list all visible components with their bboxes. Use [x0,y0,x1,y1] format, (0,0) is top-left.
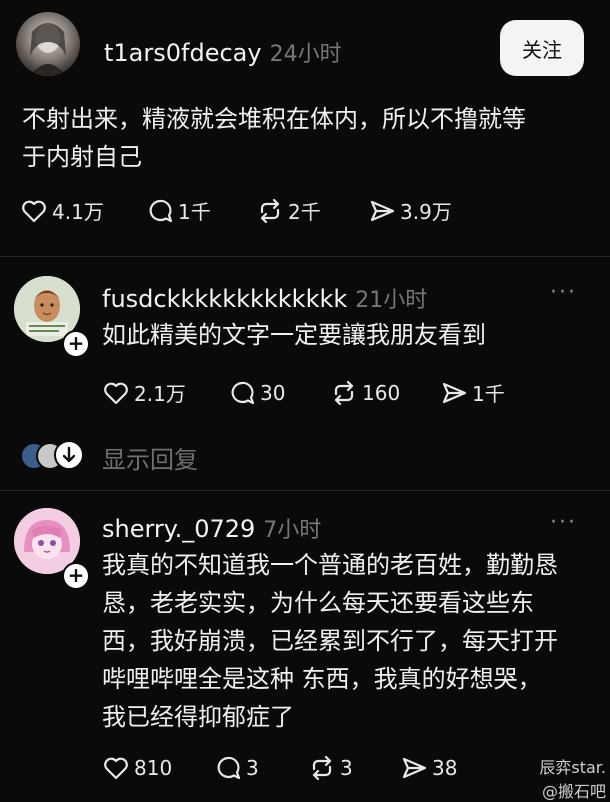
reply2-text-line: 我真的不知道我一个普通的老百姓，勤勤恳 [102,551,558,579]
comment-bubble-icon [231,381,255,404]
reply1-actions: 2.1万 30 160 1千 [102,378,540,407]
share-button[interactable]: 1千 [440,378,540,407]
chevron-down-icon [54,440,84,470]
share-button[interactable]: 3.9万 [368,196,478,225]
like-button[interactable]: 4.1万 [20,196,146,225]
comment-button[interactable]: 3 [214,754,308,782]
share-count: 1千 [472,382,505,406]
repost-button[interactable]: 3 [308,754,400,782]
like-count: 4.1万 [52,200,104,224]
repost-icon [312,755,332,781]
repost-count: 3 [340,756,353,780]
reply2-text: 我真的不知道我一个普通的老百姓，勤勤恳 恳，老老实实，为什么每天还要看这些东 西… [102,546,602,736]
watermark-line: 辰弈star. [539,758,606,777]
divider [0,490,610,491]
comment-count: 1千 [178,200,211,224]
reply2-text-line: 恳，老老实实，为什么每天还要看这些东 [102,589,534,617]
comment-count: 30 [260,380,286,405]
share-send-icon [442,382,467,403]
reply2-text-line: 哔哩哔哩全是这种 东西，我真的好想哭， [102,665,542,693]
reply2-username[interactable]: sherry._0729 [102,515,255,543]
reply-avatars-stack [20,440,84,470]
plus-icon: + [67,331,85,355]
show-replies-link[interactable]: 显示回复 [102,440,198,475]
follow-button[interactable]: 关注 [500,20,584,76]
repost-icon [260,198,280,223]
reply2-follow-plus[interactable]: + [62,562,90,590]
share-button[interactable]: 38 [400,754,500,782]
reply1-time: 21小时 [355,288,428,313]
reply1-more-icon[interactable]: ··· [550,280,577,305]
like-button[interactable]: 2.1万 [102,378,228,407]
heart-icon [104,382,128,404]
reply2-user-line: sherry._0729 7小时 [102,512,321,544]
repost-count: 2千 [288,200,321,224]
post-avatar[interactable] [16,12,80,76]
reply2-more-icon[interactable]: ··· [550,510,577,535]
post-text: 不射出来，精液就会堆积在体内，所以不撸就等 于内射自己 [22,100,592,176]
divider [0,256,610,257]
repost-count: 160 [362,380,401,405]
like-button[interactable]: 810 [102,754,214,782]
reply2-text-line: 我已经得抑郁症了 [102,703,294,731]
comment-button[interactable]: 30 [228,379,330,407]
reply1-follow-plus[interactable]: + [62,330,90,358]
share-send-icon [370,200,395,221]
comment-button[interactable]: 1千 [146,196,256,225]
reply2-text-line: 西，我好崩溃，已经累到不行了，每天打开 [102,627,558,655]
post-actions: 4.1万 1千 2千 3.9万 [20,196,478,225]
share-count: 38 [432,756,458,780]
reply1-user-line: fusdckkkkkkkkkkkkk 21小时 [102,282,427,314]
post-user-line: t1ars0fdecay 24小时 [104,36,342,68]
watermark: 辰弈star. @搬石吧 [520,754,606,802]
share-count: 3.9万 [400,200,452,224]
heart-icon [22,200,46,222]
watermark-line: @搬石吧 [541,782,606,801]
post-username[interactable]: t1ars0fdecay [104,39,262,67]
repost-button[interactable]: 160 [330,379,440,407]
repost-icon [334,380,354,405]
reply1-text: 如此精美的文字一定要讓我朋友看到 [102,321,486,349]
like-count: 810 [134,756,173,780]
comment-bubble-icon [217,756,241,780]
share-send-icon [402,757,427,779]
repost-button[interactable]: 2千 [256,196,368,225]
post-text-line: 不射出来，精液就会堆积在体内，所以不撸就等 [22,105,526,133]
like-count: 2.1万 [134,382,186,406]
comment-bubble-icon [149,199,173,222]
heart-icon [104,757,128,780]
comment-count: 3 [246,756,259,780]
reply2-actions: 810 3 3 38 [102,754,500,782]
post-time: 24小时 [269,42,342,67]
plus-icon: + [67,563,85,587]
post-text-line: 于内射自己 [22,143,142,171]
reply2-time: 7小时 [263,518,322,543]
reply1-username[interactable]: fusdckkkkkkkkkkkkk [102,285,347,313]
